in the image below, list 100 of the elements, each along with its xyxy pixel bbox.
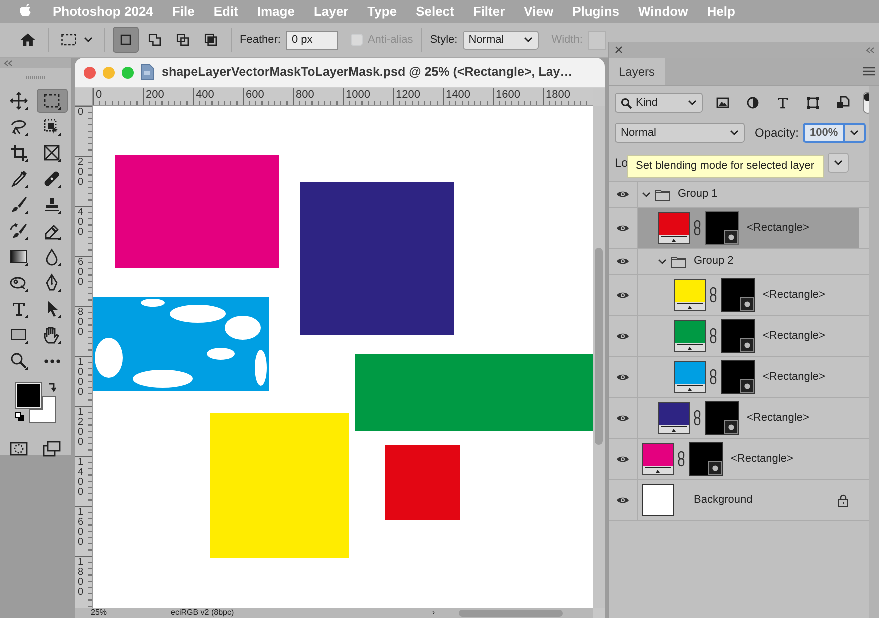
style-dropdown[interactable]: Normal <box>462 30 539 50</box>
mask-thumbnail <box>689 442 723 476</box>
ruler-label: 1000 <box>343 88 393 105</box>
menu-icon <box>863 67 875 76</box>
brush-icon <box>9 195 29 215</box>
layer-row[interactable]: <Rectangle> <box>638 316 859 356</box>
layer-row[interactable]: <Rectangle> <box>638 398 859 438</box>
layer-name: <Rectangle> <box>747 220 810 236</box>
width-field[interactable] <box>588 30 606 50</box>
eye-icon <box>616 257 630 266</box>
opacity-field[interactable]: 100% <box>803 123 846 143</box>
mask-thumbnail <box>705 401 739 435</box>
layer-name: <Rectangle> <box>763 328 826 344</box>
ruler-label: 1800 <box>78 558 84 598</box>
smart-object-filter-icon <box>836 96 850 110</box>
history-brush-icon <box>9 221 29 241</box>
link-icon <box>710 369 717 385</box>
ruler-label: 1200 <box>393 88 443 105</box>
eyedropper-icon <box>9 169 29 189</box>
crop-icon <box>9 143 29 163</box>
folder-icon <box>655 188 670 200</box>
layer-name: <Rectangle> <box>763 288 826 303</box>
ruler-label: 200 <box>143 88 193 105</box>
adjustment-filter-icon <box>746 96 760 110</box>
opacity-dropdown-button[interactable] <box>845 123 866 143</box>
home-icon <box>19 31 37 49</box>
layer-row[interactable]: <Rectangle> <box>638 208 859 248</box>
status-menu-arrow[interactable]: › <box>432 608 435 618</box>
layer-row[interactable]: Group 2 <box>638 249 859 274</box>
vector-mark-icon <box>659 425 689 433</box>
layer-row[interactable]: <Rectangle> <box>638 439 859 479</box>
ruler-label: 400 <box>193 88 243 105</box>
layer-thumbnail <box>642 484 674 516</box>
layer-name: <Rectangle> <box>747 410 810 426</box>
eye-icon <box>616 290 630 300</box>
zoom-level[interactable]: 25% <box>75 608 124 618</box>
layer-name: <Rectangle> <box>763 370 826 385</box>
hand-icon <box>42 325 62 345</box>
link-icon <box>710 287 717 303</box>
ruler-label: 400 <box>78 208 84 238</box>
eye-icon <box>616 454 630 464</box>
caret-icon <box>834 160 843 166</box>
layer-row[interactable]: Background <box>638 480 859 520</box>
mask-thumbnail <box>721 360 755 394</box>
layer-row[interactable]: <Rectangle> <box>638 275 859 315</box>
ruler-label: 800 <box>78 308 84 338</box>
scrollbar-track[interactable] <box>869 86 879 618</box>
background-color-swatch[interactable] <box>29 396 56 423</box>
eye-icon <box>616 372 630 382</box>
style-label: Style: <box>430 32 458 48</box>
caret-icon <box>84 37 93 43</box>
add-selection-icon <box>146 31 164 49</box>
panel-tab[interactable]: Layers <box>609 58 666 85</box>
eye-icon <box>616 496 630 504</box>
ruler-label: 800 <box>293 88 343 105</box>
mask-thumbnail <box>721 319 755 353</box>
caret-icon <box>850 130 860 136</box>
stamp-icon <box>42 195 62 215</box>
ruler-label: 600 <box>243 88 293 105</box>
vector-mark-icon <box>675 302 705 310</box>
foreground-color-swatch[interactable] <box>16 383 41 408</box>
move-icon <box>9 91 29 111</box>
object-selection-icon <box>42 117 62 137</box>
search-icon <box>621 98 632 108</box>
filter-kind-label: Kind <box>636 96 658 111</box>
fill-dropdown-button[interactable] <box>828 153 849 173</box>
close-window-button[interactable] <box>84 66 96 78</box>
scrollbar-thumb[interactable] <box>459 610 563 617</box>
caret-icon <box>524 37 533 43</box>
feather-field[interactable]: 0 px <box>286 30 338 50</box>
default-colors-icon <box>15 412 25 422</box>
eye-icon <box>616 414 630 422</box>
marquee-tool-button[interactable] <box>36 89 68 113</box>
layer-row[interactable]: Group 1 <box>638 182 859 207</box>
shape-filter-icon <box>806 96 820 110</box>
ruler-label: 0 <box>78 108 84 118</box>
link-icon <box>694 410 701 426</box>
filter-kind-dropdown[interactable]: Kind <box>615 93 703 113</box>
ruler-label: 1000 <box>78 358 84 398</box>
ruler-label: 1600 <box>493 88 543 105</box>
ruler-label: 600 <box>78 258 84 288</box>
scrollbar-thumb[interactable] <box>595 248 603 445</box>
layer-row[interactable]: <Rectangle> <box>638 357 859 397</box>
feather-label: Feather: <box>240 32 281 48</box>
ruler-label: 1800 <box>543 88 593 105</box>
blend-mode-dropdown[interactable]: Normal <box>615 123 745 143</box>
grip-icon <box>26 76 46 78</box>
close-icon <box>615 46 623 54</box>
folder-icon <box>671 256 686 268</box>
eye-icon <box>616 190 630 199</box>
intersect-selection-icon <box>202 31 220 49</box>
layer-name: Group 1 <box>678 187 718 202</box>
eye-icon <box>616 224 630 232</box>
link-icon <box>710 328 717 344</box>
layer-name: Background <box>694 492 753 508</box>
swap-colors-icon <box>47 382 58 393</box>
tooltip: Set blending mode for selected layer <box>627 155 824 178</box>
ruler-label: 1600 <box>78 508 84 548</box>
selection-mode-button[interactable] <box>113 27 139 53</box>
vector-mark-icon <box>659 235 689 243</box>
